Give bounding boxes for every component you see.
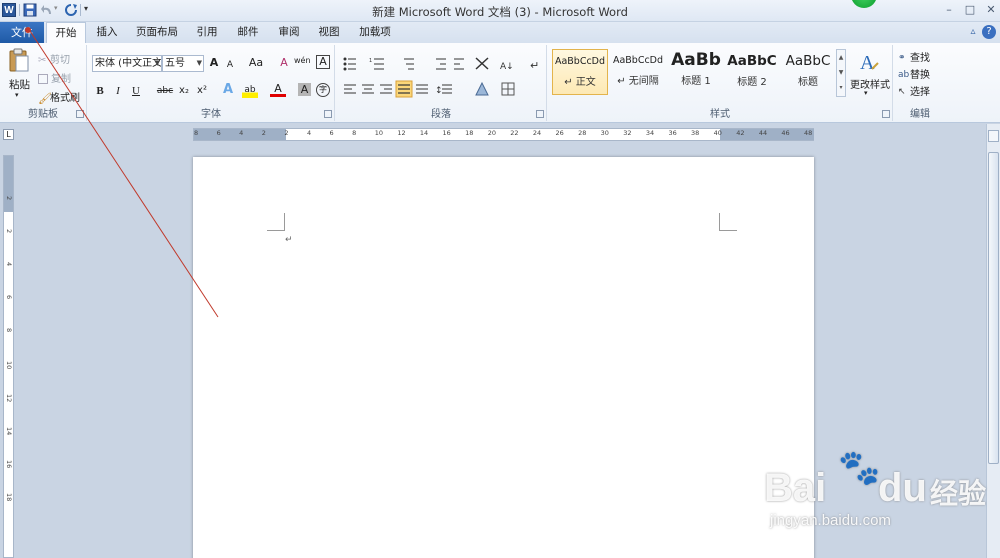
watermark-brand: Bai <box>764 466 827 510</box>
watermark-url: jingyan.baidu.com <box>770 512 891 529</box>
watermark-brand-suffix: du <box>878 466 927 510</box>
baidu-watermark: Bai 🐾 du 经验 jingyan.baidu.com <box>760 446 995 536</box>
watermark-cn: 经验 <box>930 478 987 509</box>
paw-icon: 🐾 <box>838 449 881 487</box>
